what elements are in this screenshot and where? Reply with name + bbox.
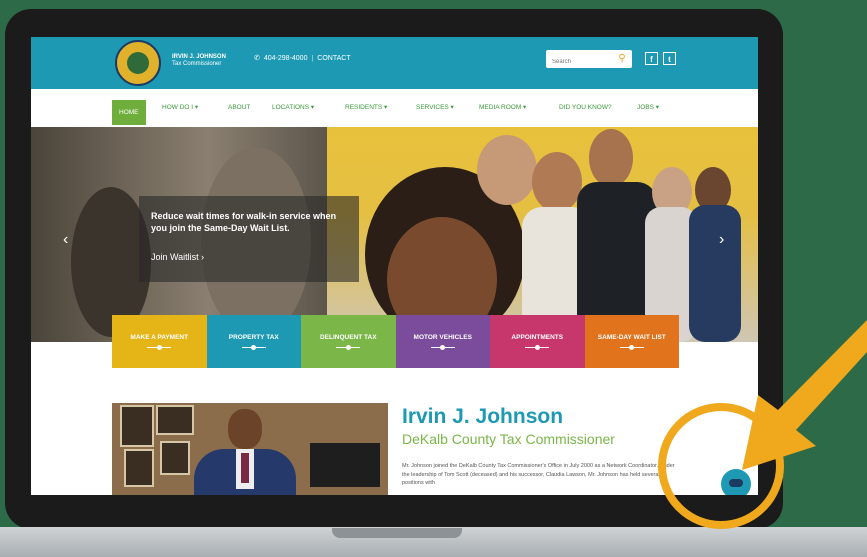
pointer-arrow-icon [742, 320, 867, 470]
slide-background: IRVIN J. JOHNSON Tax Commissioner ✆ 404-… [0, 0, 867, 557]
